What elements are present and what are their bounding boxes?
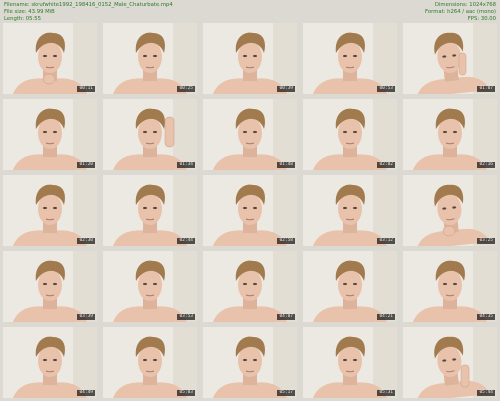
length-label: Length: (4, 16, 25, 22)
fps-value: 30.00 (480, 16, 496, 22)
video-thumbnail[interactable]: 05:31 (303, 327, 397, 398)
frame-image (203, 251, 297, 322)
timestamp-label: 04:07 (277, 314, 295, 320)
dimensions-label: Dimensions: (434, 2, 468, 8)
video-thumbnail[interactable]: 03:53 (103, 251, 197, 322)
frame-image (103, 23, 197, 94)
timestamp-label: 03:39 (77, 314, 95, 320)
video-thumbnail[interactable]: 00:53 (303, 23, 397, 94)
format-row: Format: h264 / aac (mono) (425, 9, 496, 16)
frame-image (3, 251, 97, 322)
timestamp-label: 05:17 (277, 390, 295, 396)
video-thumbnail[interactable]: 01:20 (3, 99, 97, 170)
timestamp-label: 00:39 (277, 86, 295, 92)
frame-image (203, 99, 297, 170)
timestamp-label: 01:20 (77, 162, 95, 168)
filesize-value: 43.99 MiB (28, 9, 55, 15)
frame-image (403, 23, 497, 94)
video-thumbnail[interactable]: 01:34 (103, 99, 197, 170)
frame-image (403, 327, 497, 398)
frame-image (403, 175, 497, 246)
dimensions-value: 1024x768 (469, 2, 496, 8)
video-thumbnail[interactable]: 05:44 (403, 327, 497, 398)
timestamp-label: 05:03 (177, 390, 195, 396)
frame-image (203, 175, 297, 246)
frame-image (3, 327, 97, 398)
frame-image (103, 327, 197, 398)
video-thumbnail[interactable]: 02:30 (3, 175, 97, 246)
timestamp-label: 02:02 (377, 162, 395, 168)
filesize-row: File size: 43.99 MiB (4, 9, 173, 16)
video-thumbnail[interactable]: 01:07 (403, 23, 497, 94)
frame-image (103, 99, 197, 170)
timestamp-label: 04:49 (77, 390, 95, 396)
video-thumbnail[interactable]: 03:12 (303, 175, 397, 246)
format-value: h264 / aac (mono) (447, 9, 496, 15)
video-thumbnail[interactable]: 03:39 (3, 251, 97, 322)
video-thumbnail[interactable]: 01:48 (203, 99, 297, 170)
filename-label: Filename: (4, 2, 30, 8)
dimensions-row: Dimensions: 1024x768 (425, 2, 496, 9)
timestamp-label: 02:30 (77, 238, 95, 244)
timestamp-label: 00:53 (377, 86, 395, 92)
video-thumbnail[interactable]: 00:11 (3, 23, 97, 94)
video-thumbnail[interactable]: 02:58 (203, 175, 297, 246)
frame-image (3, 99, 97, 170)
video-thumbnail[interactable]: 05:17 (203, 327, 297, 398)
filename-value: skrufwhite1992_198416_0152_Male_Chaturba… (31, 2, 173, 8)
video-thumbnail[interactable]: 03:25 (403, 175, 497, 246)
timestamp-label: 05:31 (377, 390, 395, 396)
timestamp-label: 00:25 (177, 86, 195, 92)
video-thumbnail[interactable]: 04:35 (403, 251, 497, 322)
fps-row: FPS: 30.00 (425, 16, 496, 23)
video-thumbnail[interactable]: 04:21 (303, 251, 397, 322)
frame-image (203, 23, 297, 94)
frame-image (103, 251, 197, 322)
frame-image (303, 99, 397, 170)
frame-image (303, 23, 397, 94)
filename-row: Filename: skrufwhite1992_198416_0152_Mal… (4, 2, 173, 9)
video-thumbnail[interactable]: 05:03 (103, 327, 197, 398)
frame-image (203, 327, 297, 398)
thumbnail-grid: 00:11 00:25 00:39 00:53 01:07 01:20 01:3… (3, 23, 497, 398)
video-thumbnail[interactable]: 02:16 (403, 99, 497, 170)
timestamp-label: 02:44 (177, 238, 195, 244)
timestamp-label: 03:53 (177, 314, 195, 320)
video-thumbnail[interactable]: 04:07 (203, 251, 297, 322)
timestamp-label: 00:11 (77, 86, 95, 92)
video-thumbnail[interactable]: 02:02 (303, 99, 397, 170)
video-thumbnail[interactable]: 00:39 (203, 23, 297, 94)
frame-image (403, 251, 497, 322)
file-info-left: Filename: skrufwhite1992_198416_0152_Mal… (4, 2, 173, 23)
timestamp-label: 01:48 (277, 162, 295, 168)
timestamp-label: 01:34 (177, 162, 195, 168)
video-thumbnail[interactable]: 04:49 (3, 327, 97, 398)
video-thumbnail[interactable]: 02:44 (103, 175, 197, 246)
fps-label: FPS: (467, 16, 480, 22)
frame-image (303, 327, 397, 398)
timestamp-label: 05:44 (477, 390, 495, 396)
metadata-header: Filename: skrufwhite1992_198416_0152_Mal… (0, 0, 500, 22)
filesize-label: File size: (4, 9, 27, 15)
frame-image (303, 251, 397, 322)
frame-image (3, 23, 97, 94)
timestamp-label: 04:21 (377, 314, 395, 320)
frame-image (403, 99, 497, 170)
frame-image (103, 175, 197, 246)
frame-image (303, 175, 397, 246)
file-info-right: Dimensions: 1024x768 Format: h264 / aac … (425, 2, 496, 23)
timestamp-label: 03:12 (377, 238, 395, 244)
format-label: Format: (425, 9, 446, 15)
timestamp-label: 03:25 (477, 238, 495, 244)
video-thumbnail[interactable]: 00:25 (103, 23, 197, 94)
timestamp-label: 02:58 (277, 238, 295, 244)
length-value: 05:55 (25, 16, 42, 22)
timestamp-label: 01:07 (477, 86, 495, 92)
timestamp-label: 02:16 (477, 162, 495, 168)
frame-image (3, 175, 97, 246)
timestamp-label: 04:35 (477, 314, 495, 320)
length-row: Length: 05:55 (4, 16, 173, 23)
